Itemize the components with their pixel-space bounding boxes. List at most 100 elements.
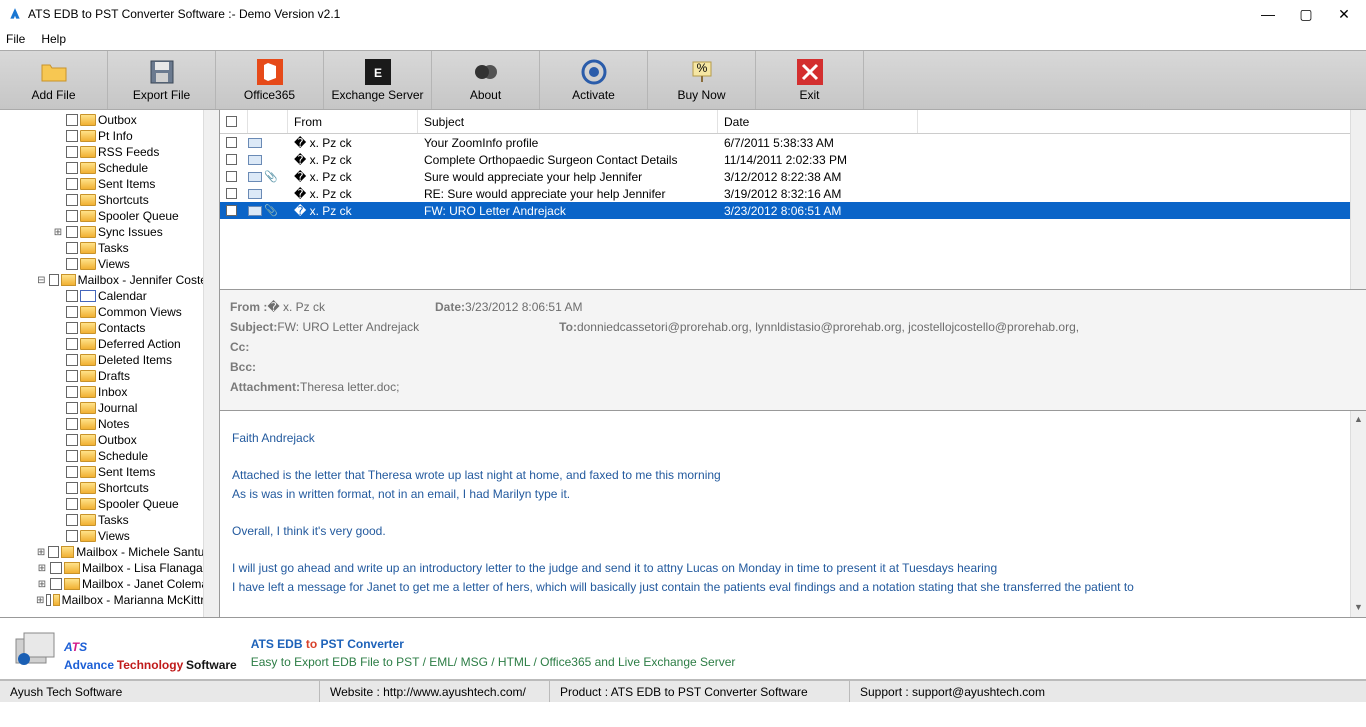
message-row[interactable]: � x. Pz ckComplete Orthopaedic Surgeon C… [220, 151, 1366, 168]
tree-checkbox[interactable] [66, 258, 78, 270]
tree-item[interactable]: Sent Items [0, 464, 219, 480]
message-row[interactable]: 📎� x. Pz ckFW: URO Letter Andrejack3/23/… [220, 202, 1366, 219]
about-button[interactable]: About [432, 51, 540, 109]
tree-item[interactable]: Tasks [0, 512, 219, 528]
tree-checkbox[interactable] [66, 498, 78, 510]
activate-button[interactable]: Activate [540, 51, 648, 109]
col-from[interactable]: From [288, 110, 418, 133]
preview-scrollbar[interactable] [1350, 411, 1366, 617]
message-row[interactable]: � x. Pz ckRE: Sure would appreciate your… [220, 185, 1366, 202]
tree-checkbox[interactable] [66, 114, 78, 126]
tree-checkbox[interactable] [66, 482, 78, 494]
tree-item[interactable]: Common Views [0, 304, 219, 320]
tree-checkbox[interactable] [66, 514, 78, 526]
col-subject[interactable]: Subject [418, 110, 718, 133]
tree-item[interactable]: ⊟Mailbox - Jennifer Costello [0, 272, 219, 288]
office365-button[interactable]: Office365 [216, 51, 324, 109]
tree-checkbox[interactable] [66, 242, 78, 254]
tree-item[interactable]: ⊞Mailbox - Michele Santucci [0, 544, 219, 560]
tree-checkbox[interactable] [48, 546, 58, 558]
tree-item[interactable]: ⊞Sync Issues [0, 224, 219, 240]
tree-checkbox[interactable] [66, 386, 78, 398]
add-file-button[interactable]: Add File [0, 51, 108, 109]
expand-icon[interactable]: ⊞ [36, 547, 46, 558]
tree-item[interactable]: Shortcuts [0, 480, 219, 496]
tree-checkbox[interactable] [66, 322, 78, 334]
tree-checkbox[interactable] [66, 194, 78, 206]
message-row[interactable]: 📎� x. Pz ckSure would appreciate your he… [220, 168, 1366, 185]
tree-item[interactable]: Tasks [0, 240, 219, 256]
tree-checkbox[interactable] [66, 146, 78, 158]
tree-checkbox[interactable] [50, 562, 62, 574]
tree-checkbox[interactable] [66, 402, 78, 414]
select-all-checkbox[interactable] [226, 116, 237, 127]
tree-item[interactable]: ⊞Mailbox - Janet Coleman [0, 576, 219, 592]
tree-item[interactable]: Shortcuts [0, 192, 219, 208]
buy-now-button[interactable]: % Buy Now [648, 51, 756, 109]
row-checkbox[interactable] [226, 137, 237, 148]
tree-checkbox[interactable] [66, 338, 78, 350]
tree-checkbox[interactable] [66, 370, 78, 382]
row-checkbox[interactable] [226, 154, 237, 165]
tree-checkbox[interactable] [50, 578, 62, 590]
tree-item[interactable]: Deferred Action [0, 336, 219, 352]
list-scrollbar[interactable] [1350, 110, 1366, 289]
tree-item[interactable]: Spooler Queue [0, 496, 219, 512]
close-button[interactable]: ✕ [1336, 6, 1352, 22]
tree-item[interactable]: Notes [0, 416, 219, 432]
tree-checkbox[interactable] [66, 178, 78, 190]
tree-item[interactable]: Drafts [0, 368, 219, 384]
tree-item[interactable]: RSS Feeds [0, 144, 219, 160]
tree-checkbox[interactable] [66, 466, 78, 478]
exchange-server-button[interactable]: E Exchange Server [324, 51, 432, 109]
tree-checkbox[interactable] [66, 290, 78, 302]
row-checkbox[interactable] [226, 188, 237, 199]
message-row[interactable]: � x. Pz ckYour ZoomInfo profile6/7/2011 … [220, 134, 1366, 151]
tree-item[interactable]: Calendar [0, 288, 219, 304]
tree-checkbox[interactable] [46, 594, 51, 606]
tree-checkbox[interactable] [66, 162, 78, 174]
tree-item[interactable]: Outbox [0, 112, 219, 128]
tree-checkbox[interactable] [66, 418, 78, 430]
menu-help[interactable]: Help [41, 32, 66, 46]
maximize-button[interactable]: ▢ [1298, 6, 1314, 22]
tree-item[interactable]: Deleted Items [0, 352, 219, 368]
expand-icon[interactable]: ⊞ [52, 227, 64, 238]
expand-icon[interactable]: ⊞ [36, 563, 48, 574]
expand-icon[interactable]: ⊞ [36, 595, 44, 606]
tree-item[interactable]: Sent Items [0, 176, 219, 192]
tree-checkbox[interactable] [66, 530, 78, 542]
tree-item[interactable]: Schedule [0, 160, 219, 176]
tree-checkbox[interactable] [66, 130, 78, 142]
tree-checkbox[interactable] [66, 226, 78, 238]
tree-item[interactable]: ⊞Mailbox - Lisa Flanagan [0, 560, 219, 576]
expand-icon[interactable]: ⊞ [36, 579, 48, 590]
message-list[interactable]: From Subject Date � x. Pz ckYour ZoomInf… [220, 110, 1366, 290]
tree-checkbox[interactable] [66, 210, 78, 222]
row-checkbox[interactable] [226, 205, 237, 216]
row-checkbox[interactable] [226, 171, 237, 182]
exit-button[interactable]: Exit [756, 51, 864, 109]
tree-scrollbar[interactable] [203, 110, 219, 617]
tree-item[interactable]: ⊞Mailbox - Marianna McKittrick [0, 592, 219, 608]
tree-item[interactable]: Spooler Queue [0, 208, 219, 224]
tree-item[interactable]: Views [0, 528, 219, 544]
mailbox-tree[interactable]: OutboxPt InfoRSS FeedsScheduleSent Items… [0, 110, 220, 617]
tree-item[interactable]: Schedule [0, 448, 219, 464]
tree-item[interactable]: Inbox [0, 384, 219, 400]
tree-item[interactable]: Contacts [0, 320, 219, 336]
tree-item[interactable]: Outbox [0, 432, 219, 448]
collapse-icon[interactable]: ⊟ [36, 275, 47, 286]
tree-checkbox[interactable] [49, 274, 60, 286]
tree-item[interactable]: Views [0, 256, 219, 272]
tree-item[interactable]: Pt Info [0, 128, 219, 144]
tree-item[interactable]: Journal [0, 400, 219, 416]
tree-checkbox[interactable] [66, 354, 78, 366]
minimize-button[interactable]: — [1260, 6, 1276, 22]
tree-checkbox[interactable] [66, 434, 78, 446]
tree-checkbox[interactable] [66, 306, 78, 318]
menu-file[interactable]: File [6, 32, 25, 46]
col-date[interactable]: Date [718, 110, 918, 133]
export-file-button[interactable]: Export File [108, 51, 216, 109]
tree-checkbox[interactable] [66, 450, 78, 462]
